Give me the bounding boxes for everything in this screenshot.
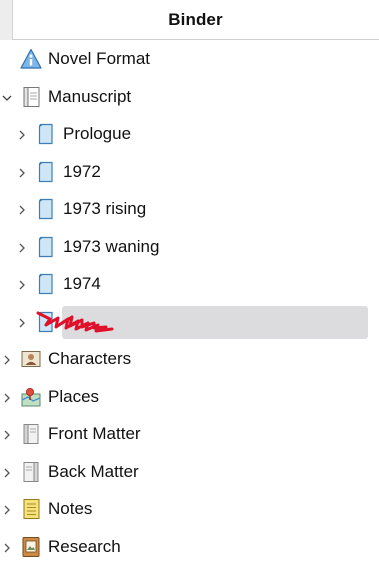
binder-item-research[interactable]: Research bbox=[0, 529, 379, 567]
binder-item-notes[interactable]: Notes bbox=[0, 491, 379, 529]
binder-item-label: Front Matter bbox=[48, 424, 141, 443]
back-matter-icon bbox=[20, 461, 42, 483]
places-icon bbox=[20, 386, 42, 408]
binder-item-front-matter[interactable]: Front Matter bbox=[0, 416, 379, 454]
chevron-right-icon[interactable] bbox=[2, 505, 12, 515]
binder-item-1973-waning[interactable]: 1973 waning bbox=[0, 229, 379, 267]
research-icon bbox=[20, 536, 42, 558]
binder-item-label: Notes bbox=[48, 499, 93, 518]
binder-item-characters[interactable]: Characters bbox=[0, 341, 379, 379]
chevron-right-icon[interactable] bbox=[2, 393, 12, 403]
chevron-right-icon[interactable] bbox=[17, 168, 27, 178]
binder-item-label: Research bbox=[48, 536, 121, 556]
binder-item-label: Prologue bbox=[63, 124, 132, 143]
chevron-right-icon[interactable] bbox=[17, 130, 27, 140]
document-icon bbox=[35, 236, 57, 258]
chevron-down-icon[interactable] bbox=[2, 93, 12, 103]
binder-title: Binder bbox=[168, 9, 223, 29]
front-matter-icon bbox=[20, 423, 42, 445]
binder-tree: Novel Format Manuscript Prologue 1972 19… bbox=[0, 41, 379, 566]
chevron-right-icon[interactable] bbox=[17, 280, 27, 290]
binder-item-label: 1972 bbox=[63, 161, 101, 181]
binder-item-label: 1974 bbox=[63, 274, 101, 293]
binder-panel: Binder Novel Format Manuscript Prologue … bbox=[0, 0, 379, 568]
notes-icon bbox=[20, 498, 42, 520]
binder-item-label: 1973 waning bbox=[63, 236, 160, 256]
document-icon bbox=[35, 273, 57, 295]
chevron-right-icon[interactable] bbox=[17, 243, 27, 253]
binder-item-label: 1973 rising bbox=[63, 199, 147, 218]
document-icon bbox=[35, 198, 57, 220]
chevron-right-icon[interactable] bbox=[2, 468, 12, 478]
binder-item-label: Back Matter bbox=[48, 461, 139, 481]
binder-item-label: Places bbox=[48, 386, 100, 406]
binder-item-label: Characters bbox=[48, 349, 132, 368]
chevron-right-icon[interactable] bbox=[2, 355, 12, 365]
chevron-right-icon[interactable] bbox=[17, 205, 27, 215]
redaction-scribble bbox=[36, 309, 116, 335]
binder-item-1973-rising[interactable]: 1973 rising bbox=[0, 191, 379, 229]
chevron-right-icon[interactable] bbox=[17, 318, 27, 328]
binder-item-selected[interactable] bbox=[0, 304, 379, 342]
document-icon bbox=[35, 123, 57, 145]
chevron-right-icon[interactable] bbox=[2, 543, 12, 553]
binder-item-1974[interactable]: 1974 bbox=[0, 266, 379, 304]
info-icon bbox=[20, 48, 42, 70]
binder-header[interactable]: Binder bbox=[12, 0, 379, 40]
manuscript-folder-icon bbox=[20, 86, 42, 108]
binder-item-novel-format[interactable]: Novel Format bbox=[0, 41, 379, 79]
binder-item-label: Novel Format bbox=[48, 49, 151, 68]
binder-item-places[interactable]: Places bbox=[0, 379, 379, 417]
characters-icon bbox=[20, 348, 42, 370]
chevron-right-icon[interactable] bbox=[2, 430, 12, 440]
document-icon bbox=[35, 161, 57, 183]
binder-item-1972[interactable]: 1972 bbox=[0, 154, 379, 192]
binder-item-label: Manuscript bbox=[48, 86, 132, 106]
binder-item-prologue[interactable]: Prologue bbox=[0, 116, 379, 154]
binder-item-back-matter[interactable]: Back Matter bbox=[0, 454, 379, 492]
binder-item-manuscript[interactable]: Manuscript bbox=[0, 79, 379, 117]
